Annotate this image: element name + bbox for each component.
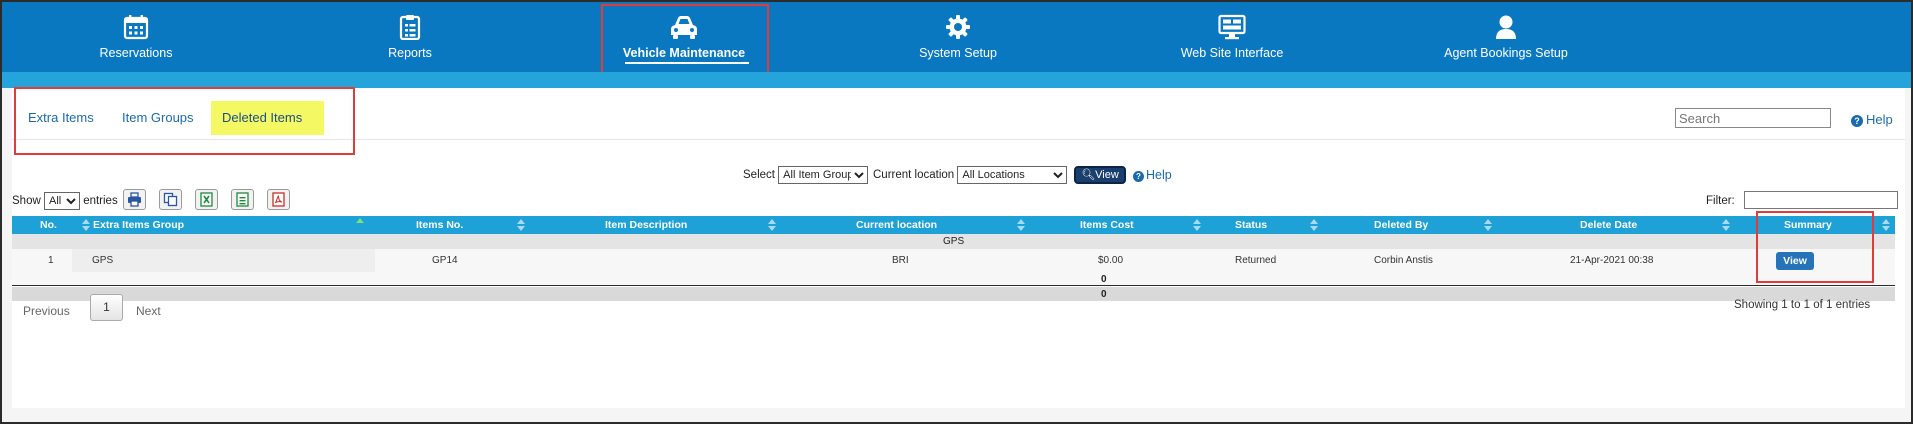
sort-both-icon: [1017, 219, 1025, 231]
sort-both-icon: [1484, 219, 1492, 231]
sort-both-icon: [1882, 219, 1890, 231]
clipboard-icon: [399, 15, 421, 40]
col-header-no[interactable]: No.: [40, 219, 57, 231]
filter-input[interactable]: [1744, 191, 1898, 209]
sort-both-icon: [768, 219, 776, 231]
col-header-deleted-by[interactable]: Deleted By: [1374, 219, 1428, 231]
select-label: Select: [743, 169, 775, 181]
col-header-items-no[interactable]: Items No.: [416, 219, 463, 231]
col-header-location[interactable]: Current location: [856, 219, 937, 231]
sorted-column-shade: [72, 249, 375, 272]
print-icon: [128, 192, 141, 207]
subtotal-row: 0: [12, 272, 1895, 286]
search-icon: 🔍︎: [1081, 169, 1096, 181]
cell-location: BRI: [892, 255, 909, 266]
filter-help-link[interactable]: ? Help: [1133, 168, 1172, 182]
summary-highlight-box: [1756, 211, 1874, 283]
user-icon: [1496, 15, 1516, 39]
pdf-icon: [272, 192, 285, 207]
location-select[interactable]: All Locations: [957, 166, 1068, 184]
sort-both-icon: [1722, 219, 1730, 231]
sort-both-icon: [1310, 219, 1318, 231]
table-row: 1 GPS GP14 BRI $0.00 Returned Corbin Ans…: [12, 249, 1895, 272]
entries-select[interactable]: All: [43, 192, 80, 210]
content-panel: Extra Items Item Groups Deleted Items ?H…: [12, 87, 1905, 408]
col-header-group[interactable]: Extra Items Group: [93, 219, 184, 231]
item-group-select[interactable]: All Item Group: [778, 166, 869, 184]
sort-both-icon: [517, 219, 525, 231]
nav-label-agent-bookings-setup: Agent Bookings Setup: [1444, 46, 1568, 60]
cell-deleted-by: Corbin Anstis: [1374, 255, 1433, 266]
previous-page-link[interactable]: Previous: [23, 304, 70, 318]
excel-button[interactable]: [195, 189, 218, 210]
group-row: GPS: [12, 234, 1895, 249]
nav-label-reservations: Reservations: [99, 46, 173, 60]
pdf-button[interactable]: [267, 189, 290, 210]
help-icon: ?: [1851, 115, 1863, 127]
tabs-highlight-box: [14, 87, 355, 155]
sort-both-icon: [82, 219, 90, 231]
cell-items-no: GP14: [432, 255, 458, 266]
location-label: Current location: [873, 169, 955, 181]
nav-label-reports: Reports: [388, 46, 432, 60]
item-group-select-row: Select All Item Group: [743, 166, 869, 184]
cell-status: Returned: [1235, 255, 1277, 266]
excel-icon: [200, 192, 213, 207]
nav-label-web-site-interface: Web Site Interface: [1180, 46, 1284, 60]
table-header: No. Extra Items Group Items No. Item Des…: [12, 216, 1895, 234]
view-filter-button[interactable]: 🔍︎View: [1074, 166, 1126, 184]
help-icon: ?: [1133, 171, 1144, 182]
help-link[interactable]: ? Help: [1851, 112, 1893, 127]
csv-button[interactable]: [231, 189, 254, 210]
print-button[interactable]: [123, 189, 146, 210]
nav-accent-strip: [2, 72, 1911, 88]
col-header-cost[interactable]: Items Cost: [1080, 219, 1134, 231]
col-header-status[interactable]: Status: [1235, 219, 1267, 231]
entries-summary: Showing 1 to 1 of 1 entries: [1734, 299, 1871, 311]
subtotal-value: 0: [1101, 274, 1107, 285]
sort-both-icon: [1193, 219, 1201, 231]
total-value: 0: [1101, 289, 1107, 300]
top-navigation: Reservations Reports Vehicle Maintenance: [2, 2, 1911, 74]
search-input[interactable]: [1675, 108, 1831, 128]
nav-item-reservations[interactable]: Reservations: [36, 10, 236, 64]
nav-item-system-setup[interactable]: System Setup: [858, 10, 1058, 64]
page-number-button[interactable]: 1: [90, 294, 123, 321]
copy-icon: [163, 192, 178, 207]
nav-label-system-setup: System Setup: [919, 46, 997, 60]
nav-item-reports[interactable]: Reports: [310, 10, 510, 64]
filter-label: Filter:: [1706, 195, 1735, 207]
col-header-description[interactable]: Item Description: [605, 219, 687, 231]
app-window: Reservations Reports Vehicle Maintenance: [0, 0, 1913, 424]
cell-cost: $0.00: [1098, 255, 1124, 266]
help-label: Help: [1866, 112, 1893, 127]
col-header-delete-date[interactable]: Delete Date: [1580, 219, 1637, 231]
group-label: GPS: [943, 236, 965, 247]
show-entries: Show All entries: [12, 192, 118, 210]
total-row: 0: [12, 287, 1895, 301]
csv-icon: [236, 192, 249, 207]
next-page-link[interactable]: Next: [136, 304, 161, 318]
sort-asc-icon: [356, 218, 364, 223]
location-select-row: Current location All Locations: [873, 166, 1068, 184]
monitor-icon: [1218, 14, 1246, 40]
nav-item-web-site-interface[interactable]: Web Site Interface: [1132, 10, 1332, 64]
calendar-icon: [123, 15, 149, 40]
cell-no: 1: [48, 255, 54, 266]
nav-item-agent-bookings-setup[interactable]: Agent Bookings Setup: [1406, 10, 1606, 64]
cell-delete-date: 21-Apr-2021 00:38: [1570, 255, 1654, 266]
copy-button[interactable]: [159, 189, 182, 210]
nav-highlight-box: [601, 4, 769, 74]
cell-group: GPS: [92, 255, 114, 266]
gear-icon: [946, 15, 970, 39]
